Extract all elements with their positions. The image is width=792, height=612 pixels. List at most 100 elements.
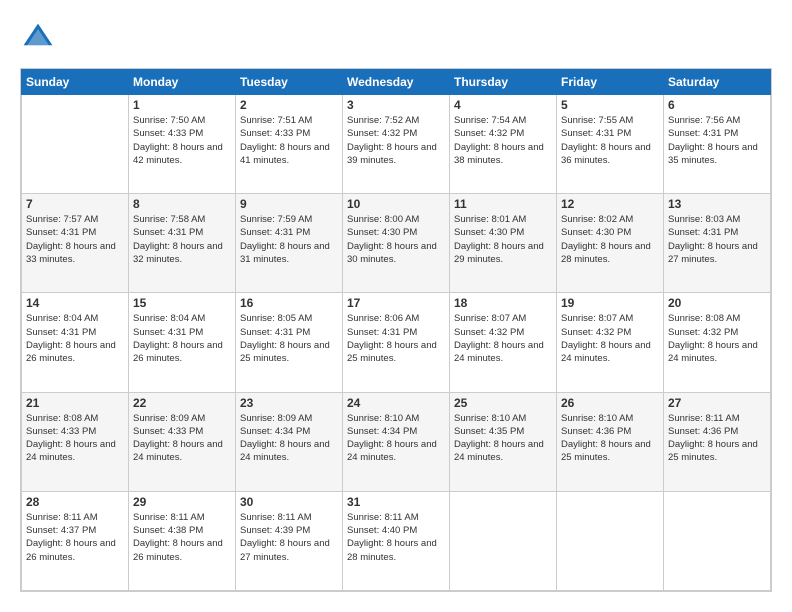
day-cell: 1 Sunrise: 7:50 AMSunset: 4:33 PMDaylight…	[129, 95, 236, 194]
day-info: Sunrise: 7:58 AMSunset: 4:31 PMDaylight:…	[133, 213, 231, 266]
day-info: Sunrise: 7:55 AMSunset: 4:31 PMDaylight:…	[561, 114, 659, 167]
day-cell: 19 Sunrise: 8:07 AMSunset: 4:32 PMDayligh…	[557, 293, 664, 392]
day-cell: 9Sunrise: 7:59 AMSunset: 4:31 PMDaylight…	[236, 194, 343, 293]
weekday-header-tuesday: Tuesday	[236, 70, 343, 95]
day-cell	[450, 491, 557, 590]
day-cell: 26 Sunrise: 8:10 AMSunset: 4:36 PMDayligh…	[557, 392, 664, 491]
day-number: 9	[240, 197, 338, 211]
day-number: 10	[347, 197, 445, 211]
day-number: 23	[240, 396, 338, 410]
day-number: 24	[347, 396, 445, 410]
day-cell: 13 Sunrise: 8:03 AMSunset: 4:31 PMDayligh…	[664, 194, 771, 293]
day-cell: 30 Sunrise: 8:11 AMSunset: 4:39 PMDayligh…	[236, 491, 343, 590]
day-info: Sunrise: 8:05 AMSunset: 4:31 PMDaylight:…	[240, 312, 338, 365]
day-number: 22	[133, 396, 231, 410]
weekday-header-friday: Friday	[557, 70, 664, 95]
day-number: 16	[240, 296, 338, 310]
day-info: Sunrise: 7:50 AMSunset: 4:33 PMDaylight:…	[133, 114, 231, 167]
day-info: Sunrise: 8:11 AMSunset: 4:40 PMDaylight:…	[347, 511, 445, 564]
day-number: 8	[133, 197, 231, 211]
day-info: Sunrise: 7:54 AMSunset: 4:32 PMDaylight:…	[454, 114, 552, 167]
day-number: 3	[347, 98, 445, 112]
day-info: Sunrise: 8:11 AMSunset: 4:37 PMDaylight:…	[26, 511, 124, 564]
day-info: Sunrise: 8:09 AMSunset: 4:34 PMDaylight:…	[240, 412, 338, 465]
day-info: Sunrise: 7:51 AMSunset: 4:33 PMDaylight:…	[240, 114, 338, 167]
day-cell: 15 Sunrise: 8:04 AMSunset: 4:31 PMDayligh…	[129, 293, 236, 392]
day-info: Sunrise: 8:01 AMSunset: 4:30 PMDaylight:…	[454, 213, 552, 266]
day-number: 17	[347, 296, 445, 310]
day-info: Sunrise: 8:04 AMSunset: 4:31 PMDaylight:…	[133, 312, 231, 365]
day-info: Sunrise: 8:11 AMSunset: 4:36 PMDaylight:…	[668, 412, 766, 465]
day-number: 27	[668, 396, 766, 410]
weekday-header-wednesday: Wednesday	[343, 70, 450, 95]
day-cell: 10 Sunrise: 8:00 AMSunset: 4:30 PMDayligh…	[343, 194, 450, 293]
logo	[20, 20, 62, 56]
day-cell: 28Sunrise: 8:11 AMSunset: 4:37 PMDayligh…	[22, 491, 129, 590]
weekday-header-sunday: Sunday	[22, 70, 129, 95]
day-number: 21	[26, 396, 124, 410]
day-info: Sunrise: 8:02 AMSunset: 4:30 PMDaylight:…	[561, 213, 659, 266]
week-row-2: 7 Sunrise: 7:57 AMSunset: 4:31 PMDaylight…	[22, 194, 771, 293]
day-number: 7	[26, 197, 124, 211]
day-cell: 27 Sunrise: 8:11 AMSunset: 4:36 PMDayligh…	[664, 392, 771, 491]
day-cell: 7 Sunrise: 7:57 AMSunset: 4:31 PMDaylight…	[22, 194, 129, 293]
day-info: Sunrise: 8:11 AMSunset: 4:39 PMDaylight:…	[240, 511, 338, 564]
day-number: 31	[347, 495, 445, 509]
day-number: 19	[561, 296, 659, 310]
day-number: 1	[133, 98, 231, 112]
day-cell: 25 Sunrise: 8:10 AMSunset: 4:35 PMDayligh…	[450, 392, 557, 491]
day-info: Sunrise: 8:04 AMSunset: 4:31 PMDaylight:…	[26, 312, 124, 365]
day-info: Sunrise: 7:57 AMSunset: 4:31 PMDaylight:…	[26, 213, 124, 266]
day-cell: 17 Sunrise: 8:06 AMSunset: 4:31 PMDayligh…	[343, 293, 450, 392]
day-number: 4	[454, 98, 552, 112]
day-cell: 21 Sunrise: 8:08 AMSunset: 4:33 PMDayligh…	[22, 392, 129, 491]
day-info: Sunrise: 8:08 AMSunset: 4:33 PMDaylight:…	[26, 412, 124, 465]
day-number: 18	[454, 296, 552, 310]
day-cell: 16 Sunrise: 8:05 AMSunset: 4:31 PMDayligh…	[236, 293, 343, 392]
day-cell: 11 Sunrise: 8:01 AMSunset: 4:30 PMDayligh…	[450, 194, 557, 293]
weekday-header-monday: Monday	[129, 70, 236, 95]
day-number: 6	[668, 98, 766, 112]
day-info: Sunrise: 8:07 AMSunset: 4:32 PMDaylight:…	[454, 312, 552, 365]
day-info: Sunrise: 8:10 AMSunset: 4:34 PMDaylight:…	[347, 412, 445, 465]
week-row-3: 14 Sunrise: 8:04 AMSunset: 4:31 PMDayligh…	[22, 293, 771, 392]
page: SundayMondayTuesdayWednesdayThursdayFrid…	[0, 0, 792, 612]
day-number: 13	[668, 197, 766, 211]
day-number: 11	[454, 197, 552, 211]
day-number: 5	[561, 98, 659, 112]
day-info: Sunrise: 8:09 AMSunset: 4:33 PMDaylight:…	[133, 412, 231, 465]
weekday-header-row: SundayMondayTuesdayWednesdayThursdayFrid…	[22, 70, 771, 95]
day-info: Sunrise: 8:10 AMSunset: 4:36 PMDaylight:…	[561, 412, 659, 465]
day-cell: 12Sunrise: 8:02 AMSunset: 4:30 PMDayligh…	[557, 194, 664, 293]
weekday-header-thursday: Thursday	[450, 70, 557, 95]
day-cell: 5 Sunrise: 7:55 AMSunset: 4:31 PMDaylight…	[557, 95, 664, 194]
day-number: 14	[26, 296, 124, 310]
day-number: 29	[133, 495, 231, 509]
day-info: Sunrise: 8:07 AMSunset: 4:32 PMDaylight:…	[561, 312, 659, 365]
day-number: 25	[454, 396, 552, 410]
day-info: Sunrise: 8:11 AMSunset: 4:38 PMDaylight:…	[133, 511, 231, 564]
day-cell	[557, 491, 664, 590]
day-number: 30	[240, 495, 338, 509]
day-info: Sunrise: 8:06 AMSunset: 4:31 PMDaylight:…	[347, 312, 445, 365]
week-row-5: 28Sunrise: 8:11 AMSunset: 4:37 PMDayligh…	[22, 491, 771, 590]
day-cell: 18 Sunrise: 8:07 AMSunset: 4:32 PMDayligh…	[450, 293, 557, 392]
calendar: SundayMondayTuesdayWednesdayThursdayFrid…	[20, 68, 772, 592]
week-row-4: 21 Sunrise: 8:08 AMSunset: 4:33 PMDayligh…	[22, 392, 771, 491]
day-info: Sunrise: 7:52 AMSunset: 4:32 PMDaylight:…	[347, 114, 445, 167]
day-cell: 8 Sunrise: 7:58 AMSunset: 4:31 PMDaylight…	[129, 194, 236, 293]
day-info: Sunrise: 8:00 AMSunset: 4:30 PMDaylight:…	[347, 213, 445, 266]
day-info: Sunrise: 8:10 AMSunset: 4:35 PMDaylight:…	[454, 412, 552, 465]
day-cell: 20Sunrise: 8:08 AMSunset: 4:32 PMDayligh…	[664, 293, 771, 392]
day-cell: 22 Sunrise: 8:09 AMSunset: 4:33 PMDayligh…	[129, 392, 236, 491]
day-info: Sunrise: 8:03 AMSunset: 4:31 PMDaylight:…	[668, 213, 766, 266]
day-info: Sunrise: 7:56 AMSunset: 4:31 PMDaylight:…	[668, 114, 766, 167]
day-cell: 29 Sunrise: 8:11 AMSunset: 4:38 PMDayligh…	[129, 491, 236, 590]
day-number: 2	[240, 98, 338, 112]
day-number: 26	[561, 396, 659, 410]
day-number: 15	[133, 296, 231, 310]
day-cell: 4 Sunrise: 7:54 AMSunset: 4:32 PMDaylight…	[450, 95, 557, 194]
logo-icon	[20, 20, 56, 56]
header	[20, 20, 772, 56]
day-cell: 31 Sunrise: 8:11 AMSunset: 4:40 PMDayligh…	[343, 491, 450, 590]
